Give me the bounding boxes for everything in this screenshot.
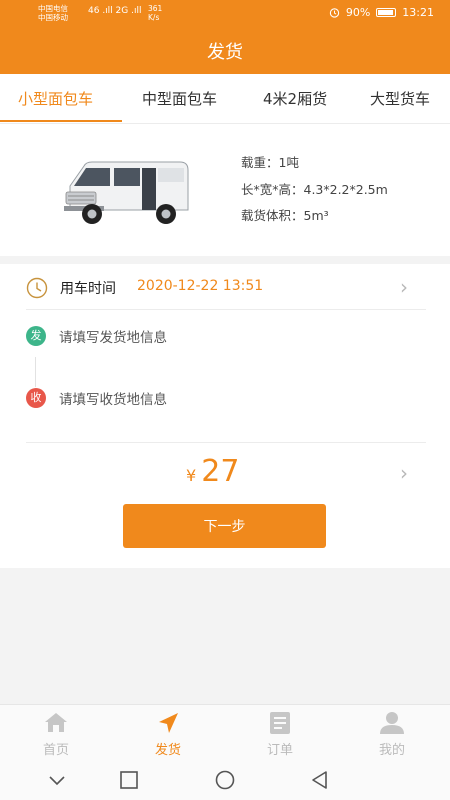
time-label: 用车时间: [60, 281, 116, 297]
send-badge: 发: [26, 326, 46, 346]
nav-ship[interactable]: 发货: [112, 705, 224, 761]
send-address-field[interactable]: 请填写发货地信息: [59, 326, 167, 346]
back-icon[interactable]: [310, 770, 330, 790]
vehicle-load: 载重：1吨: [241, 155, 299, 170]
user-icon: [380, 712, 404, 734]
vehicle-volume: 载货体积：5m³: [241, 208, 329, 223]
network-speed: 361 K/s: [148, 4, 162, 22]
battery-icon: [376, 8, 397, 17]
nav-profile[interactable]: 我的: [336, 705, 448, 761]
carrier-2: 中国移动: [38, 13, 68, 22]
vehicle-dimensions: 长*宽*高：4.3*2.2*2.5m: [241, 182, 388, 197]
clock-time: 13:21: [402, 6, 434, 19]
carrier-info: 中国电信 中国移动: [38, 4, 68, 22]
currency-symbol: ¥: [186, 466, 197, 485]
receive-address-field[interactable]: 请填写收货地信息: [59, 388, 167, 408]
alarm-icon: [329, 8, 340, 18]
divider: [26, 442, 426, 443]
nav-profile-label: 我的: [378, 743, 405, 758]
clock-icon: [26, 277, 48, 299]
status-bar: 中国电信 中国移动 46 .ıll 2G .ıll 361 K/s 90% 13…: [0, 0, 450, 26]
van-image: [64, 161, 189, 224]
price-amount: 27: [201, 454, 240, 489]
tab-medium-van[interactable]: 中型面包车: [142, 88, 217, 109]
nav-ship-label: 发货: [154, 743, 181, 758]
bottom-nav: 首页 发货 订单 我的: [0, 704, 450, 760]
route-connector: [35, 357, 36, 387]
nav-orders[interactable]: 订单: [224, 705, 336, 761]
speed-value: 361: [148, 4, 163, 13]
battery-percent: 90%: [345, 6, 371, 19]
recent-apps-icon[interactable]: [119, 770, 139, 790]
next-step-button[interactable]: 下一步: [123, 504, 326, 548]
tab-small-van[interactable]: 小型面包车: [18, 88, 93, 109]
price-display[interactable]: ¥ 27: [186, 454, 239, 489]
system-nav-bar: [0, 760, 450, 800]
order-form: 用车时间 2020-12-22 13:51 › 发 请填写发货地信息 收 请填写…: [0, 264, 450, 568]
app-header: 中国电信 中国移动 46 .ıll 2G .ıll 361 K/s 90% 13…: [0, 0, 450, 74]
vehicle-tabs: 小型面包车 中型面包车 4米2厢货 大型货车: [0, 74, 450, 124]
navigation-arrow-icon: [159, 713, 178, 733]
page-title: 发货: [207, 42, 243, 63]
active-tab-indicator: [0, 120, 122, 122]
receive-badge: 收: [26, 388, 46, 408]
carrier-1: 中国电信: [38, 4, 68, 13]
time-value: 2020-12-22 13:51: [137, 278, 264, 294]
speed-unit: K/s: [148, 13, 160, 22]
home-icon: [45, 713, 67, 732]
vehicle-info-card: 载重：1吨 长*宽*高：4.3*2.2*2.5m 载货体积：5m³: [0, 124, 450, 256]
time-row[interactable]: 用车时间 2020-12-22 13:51 ›: [26, 264, 426, 310]
nav-home-label: 首页: [42, 743, 69, 758]
chevron-right-icon: ›: [400, 275, 408, 299]
document-icon: [270, 712, 290, 734]
tab-4m2-box-truck[interactable]: 4米2厢货: [263, 88, 327, 109]
chevron-down-icon[interactable]: [47, 770, 67, 790]
nav-orders-label: 订单: [266, 743, 293, 758]
home-circle-icon[interactable]: [214, 770, 236, 790]
tab-large-truck[interactable]: 大型货车: [370, 88, 430, 109]
nav-home[interactable]: 首页: [0, 705, 112, 761]
status-right: 90% 13:21: [329, 6, 434, 19]
chevron-right-icon[interactable]: ›: [400, 461, 408, 485]
signal-icon: 46 .ıll 2G .ıll: [88, 6, 142, 16]
